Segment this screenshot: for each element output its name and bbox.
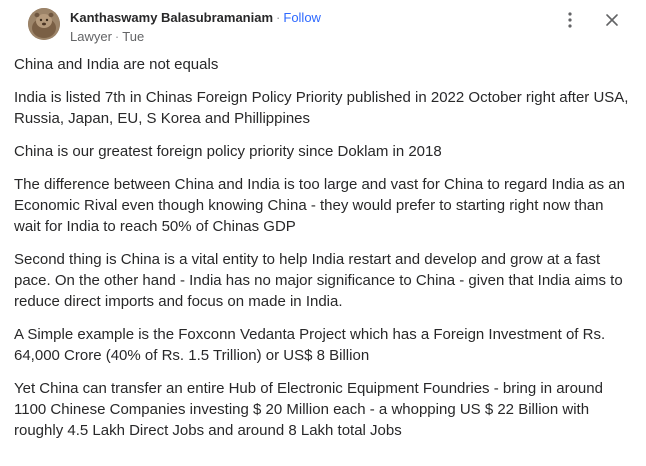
answer-paragraph: China and India are not equals	[14, 56, 219, 73]
answer-paragraph: Yet China can transfer an entire Hub of …	[14, 380, 603, 439]
author-name[interactable]: Kanthaswamy Balasubramaniam	[70, 10, 273, 25]
close-button[interactable]	[600, 8, 624, 32]
author-line: Kanthaswamy Balasubramaniam · Follow	[70, 10, 321, 26]
separator-dot: ·	[114, 29, 120, 44]
post-date[interactable]: Tue	[122, 29, 144, 44]
author-credential: Lawyer	[70, 29, 112, 44]
author-meta: Lawyer · Tue	[70, 29, 144, 45]
answer-paragraph: The difference between China and India i…	[14, 176, 625, 235]
separator-dot: ·	[276, 10, 281, 25]
answer-post: Kanthaswamy Balasubramaniam · Follow Lawye…	[0, 0, 646, 466]
more-options-button[interactable]	[558, 8, 582, 32]
answer-content: China and India are not equals India is …	[14, 54, 630, 453]
follow-button[interactable]: Follow	[283, 10, 321, 25]
post-header: Kanthaswamy Balasubramaniam · Follow Lawye…	[14, 0, 632, 52]
answer-paragraph: A Simple example is the Foxconn Vedanta …	[14, 326, 606, 364]
more-vertical-icon	[568, 12, 572, 28]
answer-paragraph: China is our greatest foreign policy pri…	[14, 143, 442, 160]
avatar-image	[28, 8, 60, 40]
answer-paragraph: Second thing is China is a vital entity …	[14, 251, 623, 310]
close-icon	[606, 14, 618, 26]
avatar[interactable]	[28, 8, 60, 40]
answer-paragraph: India is listed 7th in Chinas Foreign Po…	[14, 89, 629, 127]
